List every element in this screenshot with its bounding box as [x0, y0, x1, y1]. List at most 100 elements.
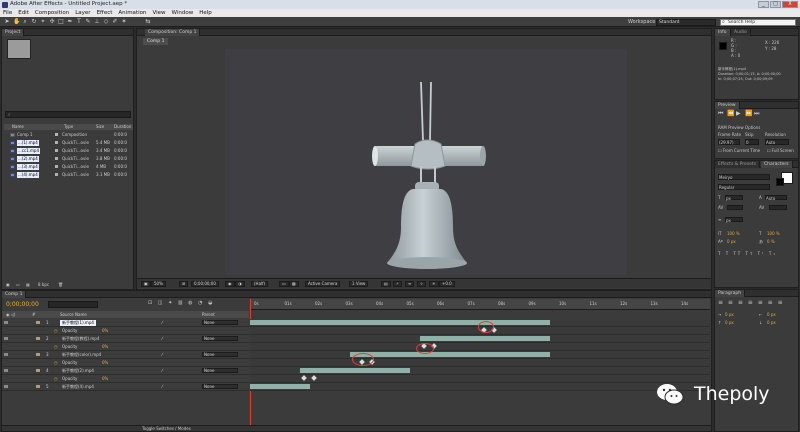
layer-row[interactable]: 2 新手教程(教程).mp4 ⁄ None: [2, 335, 249, 343]
from-current-time-checkbox[interactable]: ☐ From Current Time: [718, 148, 760, 153]
timeline-timecode[interactable]: 0;00;00;00: [6, 301, 39, 308]
layer-duration-bar[interactable]: [420, 336, 550, 341]
project-item[interactable]: ...cc1.mp4 QuickTi...ovie 3.4 MB 0:00:0: [4, 147, 133, 154]
roto-brush-tool-icon[interactable]: ✐: [112, 19, 118, 25]
property-row[interactable]: Opacity ◷ 0%: [2, 343, 249, 351]
tab-paragraph[interactable]: Paragraph: [715, 290, 746, 297]
keyframe[interactable]: [311, 375, 317, 381]
track-row[interactable]: [250, 351, 710, 359]
show-channel-icon[interactable]: ◑: [235, 281, 245, 287]
exposure-value[interactable]: +0.0: [439, 281, 455, 287]
column-source-name[interactable]: Source Name: [60, 311, 87, 318]
region-of-interest-icon[interactable]: ▭: [279, 281, 289, 287]
fast-previews-icon[interactable]: ⚡: [393, 281, 402, 287]
shape-tool-icon[interactable]: □: [58, 19, 64, 25]
layer-row[interactable]: 4 新手教程(2).mp4 ⁄ None: [2, 367, 249, 375]
column-type[interactable]: Type: [64, 124, 73, 130]
baseline-shift-value[interactable]: 0 px: [727, 239, 736, 244]
next-frame-icon[interactable]: ⏩: [745, 111, 752, 117]
selection-tool-icon[interactable]: ➤: [4, 19, 10, 25]
label-swatch[interactable]: [55, 149, 58, 152]
column-parent[interactable]: Parent: [202, 311, 215, 318]
pen-tool-icon[interactable]: ✒: [67, 19, 73, 25]
stopwatch-icon[interactable]: ◷: [54, 375, 58, 382]
project-item[interactable]: ...(1).mp4 QuickTi...ovie 5.4 MB 0:00:0: [4, 139, 133, 146]
label-color[interactable]: [36, 369, 40, 372]
project-item[interactable]: ...(2).mp4 QuickTi...ovie 3.8 MB 0:00:0: [4, 155, 133, 162]
camera-select[interactable]: Active Camera: [305, 281, 341, 287]
resolution-select[interactable]: Auto: [765, 139, 789, 145]
stopwatch-icon[interactable]: ◷: [54, 359, 58, 366]
kerning-field[interactable]: [727, 205, 743, 210]
play-icon[interactable]: ▶: [736, 111, 741, 117]
layer-name[interactable]: 新手教程(color).mp4: [60, 352, 103, 358]
visibility-icon[interactable]: [4, 321, 8, 324]
timeline-icon[interactable]: ≡: [405, 281, 415, 287]
property-value[interactable]: 0%: [102, 327, 108, 334]
ram-preview-options[interactable]: RAM Preview Options: [718, 125, 760, 130]
menu-edit[interactable]: Edit: [15, 9, 32, 17]
new-folder-icon[interactable]: ▭: [16, 282, 20, 287]
vertical-scale-value[interactable]: 100 %: [727, 231, 740, 236]
bit-depth-label[interactable]: 8 bpc: [38, 282, 49, 287]
zoom-tool-icon[interactable]: ⌕: [22, 19, 28, 25]
track-row[interactable]: [250, 335, 710, 343]
parent-select[interactable]: None: [202, 384, 238, 389]
visibility-icon[interactable]: [4, 385, 8, 388]
clone-stamp-tool-icon[interactable]: ⊥: [94, 19, 100, 25]
parent-select[interactable]: None: [202, 336, 238, 341]
previous-frame-icon[interactable]: ⏪: [727, 111, 734, 117]
tsume-value[interactable]: 0 %: [767, 239, 775, 244]
search-help-input[interactable]: ⌕ Search Help: [720, 18, 796, 26]
label-color[interactable]: [36, 337, 40, 340]
fx-switch-icon[interactable]: ⁄: [162, 367, 163, 374]
close-button[interactable]: X: [782, 1, 798, 8]
minimize-button[interactable]: _: [758, 1, 769, 8]
property-row[interactable]: Opacity ◷ 0%: [2, 359, 249, 367]
column-size[interactable]: Size: [96, 124, 104, 130]
brush-tool-icon[interactable]: ✎: [85, 19, 91, 25]
rotate-tool-icon[interactable]: ↻: [31, 19, 37, 25]
tab-project[interactable]: Project: [2, 29, 25, 36]
property-value[interactable]: 0%: [102, 343, 108, 350]
label-swatch[interactable]: [55, 173, 58, 176]
safe-zones-icon[interactable]: ⊞: [179, 281, 189, 287]
property-track[interactable]: [250, 359, 710, 367]
fx-switch-icon[interactable]: ⁄: [162, 351, 163, 358]
label-color[interactable]: [36, 353, 40, 356]
menu-file[interactable]: File: [0, 9, 15, 17]
tracking-field[interactable]: [769, 205, 787, 210]
layer-name[interactable]: 新手教程(2).mp4: [60, 368, 96, 374]
toggle-pixel-icon[interactable]: ▤: [381, 281, 391, 287]
alignment-buttons[interactable]: ≡ ≡ ≡ ≡ ≡ ≡ ≡: [718, 300, 784, 306]
indent-left-value[interactable]: 0 px: [725, 312, 734, 317]
camera-tool-icon[interactable]: ⌖: [40, 19, 46, 25]
tab-audio[interactable]: Audio: [731, 29, 751, 36]
skip-field[interactable]: 0: [745, 139, 759, 145]
comp-subtab[interactable]: Comp 1: [143, 38, 169, 45]
indent-right-value[interactable]: 0 px: [767, 312, 776, 317]
visibility-icon[interactable]: [4, 337, 8, 340]
hand-tool-icon[interactable]: ✋: [13, 19, 20, 25]
menu-layer[interactable]: Layer: [72, 9, 93, 17]
tab-info[interactable]: Info: [715, 29, 731, 36]
label-swatch[interactable]: [55, 157, 58, 160]
full-screen-checkbox[interactable]: ☐ Full Screen: [767, 148, 794, 153]
menu-view[interactable]: View: [149, 9, 168, 17]
time-ruler[interactable]: 0s 01s 02s 03s 04s 05s 06s 07s 08s 09s 10s 11s 12s 13…: [250, 299, 710, 310]
menu-window[interactable]: Window: [169, 9, 197, 17]
last-frame-icon[interactable]: ⏭: [754, 111, 759, 117]
track-row[interactable]: [250, 367, 710, 375]
menu-composition[interactable]: Composition: [32, 9, 72, 17]
text-style-buttons[interactable]: T T TT Tт T¹ T₁: [718, 251, 777, 256]
keyframe[interactable]: [301, 375, 307, 381]
project-item[interactable]: ...(4).mp4 QuickTi...ovie 3.1 MB 0:00:0: [4, 171, 133, 178]
new-composition-icon[interactable]: ▦: [26, 282, 30, 287]
always-preview-icon[interactable]: ▣: [141, 281, 151, 287]
font-style-select[interactable]: Regular: [718, 184, 770, 190]
timeline-search-input[interactable]: [48, 301, 98, 308]
label-color[interactable]: [36, 321, 40, 324]
space-before-value[interactable]: 0 px: [725, 320, 734, 325]
delete-icon[interactable]: 🗑: [58, 282, 63, 287]
layer-duration-bar[interactable]: [350, 352, 550, 357]
